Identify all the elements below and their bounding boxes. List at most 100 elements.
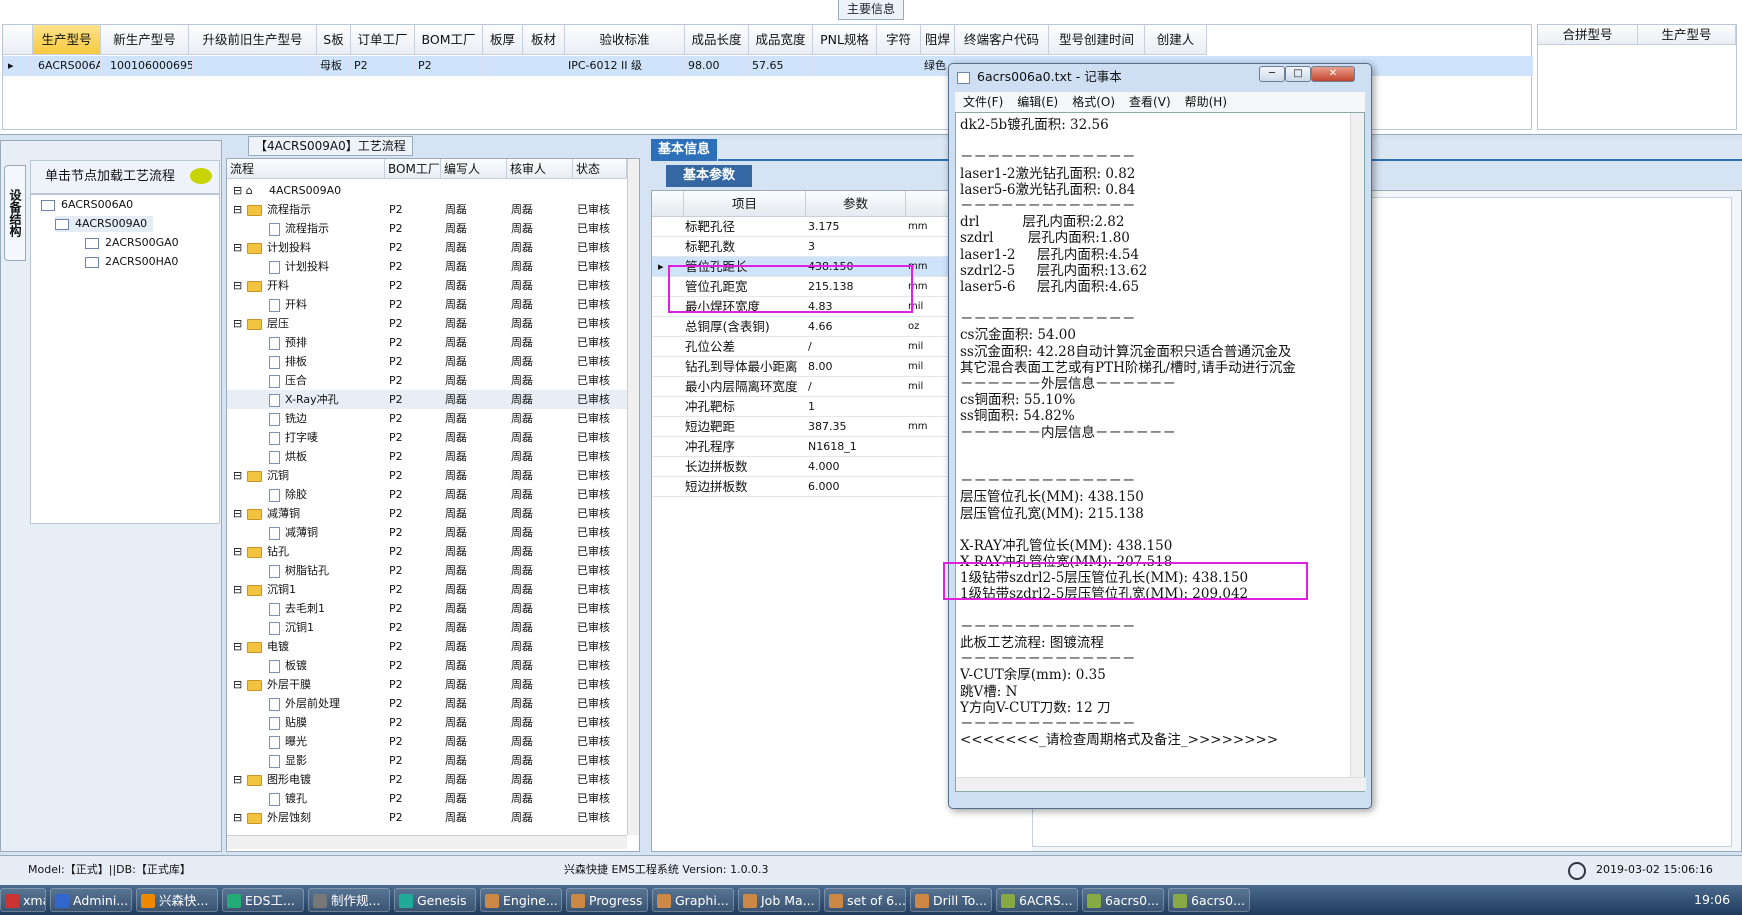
process-row[interactable]: X-Ray冲孔 P2 周磊 周磊 已审核	[227, 390, 627, 409]
taskbar-item[interactable]: xmail	[0, 888, 46, 912]
menu-help[interactable]: 帮助(H)	[1185, 95, 1227, 109]
param-value[interactable]: 1	[806, 397, 906, 417]
process-row[interactable]: 压合 P2 周磊 周磊 已审核	[227, 371, 627, 390]
close-button[interactable]: ✕	[1311, 66, 1355, 82]
process-row[interactable]: ⊟ 减薄铜 P2 周磊 周磊 已审核	[227, 504, 627, 523]
col-material[interactable]: 板材	[523, 25, 565, 55]
taskbar-item[interactable]: Genesis	[394, 888, 476, 912]
process-row[interactable]: 铣边 P2 周磊 周磊 已审核	[227, 409, 627, 428]
taskbar-item[interactable]: 6ACRS...	[996, 888, 1078, 912]
param-value[interactable]: 3.175	[806, 217, 906, 237]
tree-node[interactable]: 6ACRS006A0	[41, 197, 133, 213]
process-row[interactable]: ⊟ 层压 P2 周磊 周磊 已审核	[227, 314, 627, 333]
taskbar-item[interactable]: 6acrs0...	[1082, 888, 1164, 912]
process-row[interactable]: 流程指示 P2 周磊 周磊 已审核	[227, 219, 627, 238]
col-standard[interactable]: 验收标准	[565, 25, 685, 55]
expand-icon[interactable]: ⊟	[233, 200, 242, 219]
minimize-button[interactable]: ─	[1259, 66, 1285, 82]
col-prod[interactable]: 生产型号	[33, 25, 101, 55]
taskbar-item[interactable]: Progress	[566, 888, 648, 912]
expand-icon[interactable]: ⊟	[233, 637, 242, 656]
process-row[interactable]: 减薄铜 P2 周磊 周磊 已审核	[227, 523, 627, 542]
taskbar-item[interactable]: EDS工...	[222, 888, 304, 912]
process-row[interactable]: ⊟ 图形电镀 P2 周磊 周磊 已审核	[227, 770, 627, 789]
col-new-prod[interactable]: 新生产型号	[101, 25, 189, 55]
expand-icon[interactable]: ⊟	[233, 466, 242, 485]
col-flow[interactable]: 流程	[227, 159, 385, 179]
col-bom[interactable]: BOM工厂	[385, 159, 441, 179]
process-row[interactable]: ⊟ 计划投料 P2 周磊 周磊 已审核	[227, 238, 627, 257]
param-value[interactable]: N1618_1	[806, 437, 906, 457]
taskbar-item[interactable]: Engine...	[480, 888, 562, 912]
expand-icon[interactable]: ⊟	[233, 580, 242, 599]
col-thickness[interactable]: 板厚	[483, 25, 523, 55]
col-mask[interactable]: 阻焊	[921, 25, 955, 55]
param-value[interactable]: 3	[806, 237, 906, 257]
col-old-prod[interactable]: 升级前旧生产型号	[189, 25, 317, 55]
notepad-hscroll[interactable]	[956, 777, 1366, 791]
process-row[interactable]: ⊟ 沉铜 P2 周磊 周磊 已审核	[227, 466, 627, 485]
process-vscroll[interactable]	[627, 159, 639, 835]
process-row[interactable]: 显影 P2 周磊 周磊 已审核	[227, 751, 627, 770]
param-value[interactable]: /	[806, 377, 906, 397]
expand-icon[interactable]: ⊟	[233, 808, 242, 827]
expand-icon[interactable]: ⊟	[233, 238, 242, 257]
process-row[interactable]: 排板 P2 周磊 周磊 已审核	[227, 352, 627, 371]
param-value[interactable]: 8.00	[806, 357, 906, 377]
process-row[interactable]: 去毛刺1 P2 周磊 周磊 已审核	[227, 599, 627, 618]
expand-icon[interactable]: ⊟	[233, 276, 242, 295]
process-row[interactable]: 板镀 P2 周磊 周磊 已审核	[227, 656, 627, 675]
cell-width[interactable]: 57.65	[749, 56, 813, 76]
tree-node[interactable]: 2ACRS00HA0	[85, 254, 178, 270]
expand-icon[interactable]: ⊟	[233, 504, 242, 523]
process-row[interactable]: ⊟ 外层干膜 P2 周磊 周磊 已审核	[227, 675, 627, 694]
process-hscroll[interactable]	[227, 835, 627, 849]
expand-icon[interactable]: ⊟	[233, 770, 242, 789]
process-row[interactable]: ⊟ 电镀 P2 周磊 周磊 已审核	[227, 637, 627, 656]
process-row[interactable]: ⊟ 钻孔 P2 周磊 周磊 已审核	[227, 542, 627, 561]
process-row[interactable]: 计划投料 P2 周磊 周磊 已审核	[227, 257, 627, 276]
col-param[interactable]: 参数	[806, 191, 906, 217]
process-row[interactable]: 树脂钻孔 P2 周磊 周磊 已审核	[227, 561, 627, 580]
cell-standard[interactable]: IPC-6012 II 级	[565, 56, 685, 76]
tree-node[interactable]: 2ACRS00GA0	[85, 235, 179, 251]
expand-icon[interactable]: ⊟	[233, 542, 242, 561]
param-value[interactable]: /	[806, 337, 906, 357]
col-pnl[interactable]: PNL规格	[813, 25, 877, 55]
cell-prod[interactable]: 6ACRS006A0	[35, 56, 101, 76]
param-value[interactable]: 4.66	[806, 317, 906, 337]
process-row[interactable]: ⊟ 外层蚀刻 P2 周磊 周磊 已审核	[227, 808, 627, 827]
process-row[interactable]: 打字唛 P2 周磊 周磊 已审核	[227, 428, 627, 447]
col-bom-factory[interactable]: BOM工厂	[415, 25, 483, 55]
param-value[interactable]: 6.000	[806, 477, 906, 497]
col-writer[interactable]: 编写人	[441, 159, 507, 179]
cell-s[interactable]: 母板	[317, 56, 351, 76]
menu-view[interactable]: 查看(V)	[1129, 95, 1171, 109]
process-row[interactable]: 预排 P2 周磊 周磊 已审核	[227, 333, 627, 352]
process-root[interactable]: ⊟ ⌂ 4ACRS009A0	[227, 181, 627, 200]
menu-format[interactable]: 格式(O)	[1072, 95, 1115, 109]
process-row[interactable]: 曝光 P2 周磊 周磊 已审核	[227, 732, 627, 751]
taskbar-item[interactable]: Job Ma...	[738, 888, 820, 912]
col-item[interactable]: 项目	[684, 191, 806, 217]
col-status[interactable]: 状态	[573, 159, 627, 179]
tab-basic-info[interactable]: 基本信息	[651, 139, 717, 161]
col-char[interactable]: 字符	[877, 25, 921, 55]
expand-icon[interactable]: ⊟	[233, 675, 242, 694]
process-row[interactable]: 贴膜 P2 周磊 周磊 已审核	[227, 713, 627, 732]
col-create-time[interactable]: 型号创建时间	[1049, 25, 1145, 55]
menu-file[interactable]: 文件(F)	[963, 95, 1003, 109]
tree-node[interactable]: 4ACRS009A0	[55, 216, 154, 232]
tab-basic-params[interactable]: 基本参数	[666, 165, 752, 187]
taskbar-item[interactable]: Graphi...	[652, 888, 734, 912]
process-row[interactable]: 镀孔 P2 周磊 周磊 已审核	[227, 789, 627, 808]
process-row[interactable]: 烘板 P2 周磊 周磊 已审核	[227, 447, 627, 466]
col-customer-code[interactable]: 终端客户代码	[955, 25, 1049, 55]
taskbar-item[interactable]: set of 6...	[824, 888, 906, 912]
taskbar-item[interactable]: 6acrs0...	[1168, 888, 1250, 912]
process-row[interactable]: 外层前处理 P2 周磊 周磊 已审核	[227, 694, 627, 713]
col-s[interactable]: S板	[317, 25, 351, 55]
process-row[interactable]: 除胶 P2 周磊 周磊 已审核	[227, 485, 627, 504]
process-row[interactable]: ⊟ 沉铜1 P2 周磊 周磊 已审核	[227, 580, 627, 599]
maximize-button[interactable]: □	[1285, 66, 1311, 82]
